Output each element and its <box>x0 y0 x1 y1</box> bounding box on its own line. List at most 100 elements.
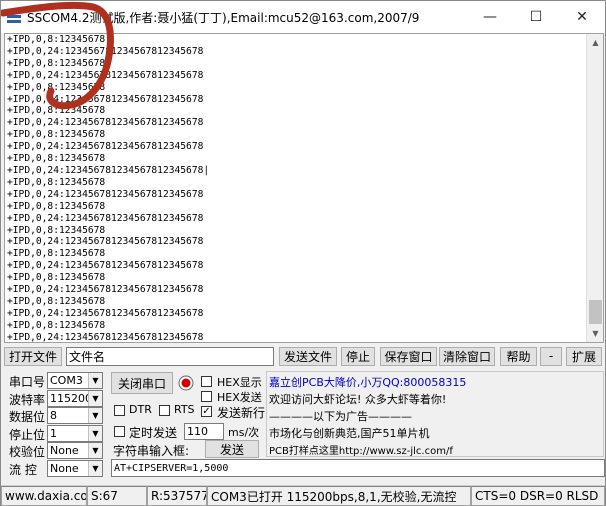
dtr-label: DTR <box>129 403 152 416</box>
port-select[interactable]: COM3 ▼ <box>47 372 103 389</box>
baud-select[interactable]: 115200 ▼ <box>47 390 103 407</box>
parity-label: 校验位 <box>9 445 46 459</box>
send-newline-checkbox[interactable]: ✓ <box>201 406 212 417</box>
console-line: +IPD,0,8:12345678 <box>7 224 106 236</box>
ad-line-2[interactable]: 欢迎访问大虾论坛! 众多大虾等着你! <box>269 391 446 407</box>
input-label: 字符串输入框: <box>113 444 190 458</box>
window-title: SSCOM4.2测试版,作者:聂小猛(丁丁),Email:mcu52@163.c… <box>27 10 420 25</box>
app-window: SSCOM4.2测试版,作者:聂小猛(丁丁),Email:mcu52@163.c… <box>0 0 606 506</box>
status-signals: CTS=0 DSR=0 RLSD <box>471 486 605 506</box>
send-file-button[interactable]: 发送文件 <box>279 346 337 366</box>
console-line: +IPD,0,24:123456781234567812345678 <box>7 284 204 296</box>
record-indicator-icon <box>178 375 194 391</box>
status-site[interactable]: www.daxia.com <box>1 486 87 506</box>
console-line: +IPD,0,8:12345678 <box>7 57 106 69</box>
dtr-checkbox[interactable] <box>114 405 125 416</box>
console-line: +IPD,0,8:12345678 <box>7 295 106 307</box>
flow-label: 流 控 <box>9 463 37 477</box>
receive-console[interactable]: +IPD,0,8:12345678 +IPD,0,24:1234567812345… <box>4 33 604 343</box>
console-line: +IPD,0,8:12345678 <box>7 34 106 45</box>
console-line: +IPD,0,8:12345678 <box>7 200 106 212</box>
flow-select[interactable]: None ▼ <box>47 460 103 477</box>
ad-line-1[interactable]: 嘉立创PCB大降价,小万QQ:800058315 <box>269 374 466 390</box>
console-line: +IPD,0,24:123456781234567812345678 <box>7 69 204 81</box>
console-line: +IPD,0,8:12345678 <box>7 129 106 141</box>
interval-unit: ms/次 <box>228 426 260 439</box>
stop-button[interactable]: 停止 <box>341 346 375 366</box>
parity-select[interactable]: None ▼ <box>47 442 103 459</box>
chevron-down-icon: ▼ <box>88 426 102 441</box>
collapse-button[interactable]: - <box>540 346 562 366</box>
status-sent: S:67 <box>87 486 147 506</box>
console-line: +IPD,0,24:123456781234567812345678 <box>7 117 204 129</box>
status-bar: www.daxia.com S:67 R:537577 COM3已打开 1152… <box>1 485 605 506</box>
chevron-down-icon: ▼ <box>88 461 102 476</box>
flow-value: None <box>50 462 79 475</box>
ad-line-5[interactable]: PCB打样点这里http://www.sz-jlc.com/f <box>269 442 453 457</box>
databits-value: 8 <box>50 409 57 422</box>
rts-checkbox[interactable] <box>159 405 170 416</box>
status-port: COM3已打开 115200bps,8,1,无校验,无流控 <box>207 486 471 506</box>
maximize-button[interactable]: ☐ <box>513 1 559 33</box>
chevron-down-icon: ▼ <box>88 408 102 423</box>
stopbits-select[interactable]: 1 ▼ <box>47 425 103 442</box>
hex-send-label: HEX发送 <box>217 391 262 404</box>
hex-display-checkbox[interactable] <box>201 376 212 387</box>
port-label: 串口号 <box>9 375 46 389</box>
console-line: +IPD,0,8:12345678 <box>7 105 106 117</box>
timed-send-label: 定时发送 <box>129 426 178 440</box>
hex-display-label: HEX显示 <box>217 376 262 389</box>
send-input[interactable]: AT+CIPSERVER=1,5000 <box>111 459 605 477</box>
port-value: COM3 <box>50 374 83 387</box>
ad-line-4[interactable]: 市场化与创新典范,国产51单片机 <box>269 425 430 441</box>
open-file-button[interactable]: 打开文件 <box>4 346 62 366</box>
file-toolbar: 打开文件 文件名 发送文件 停止 保存窗口 清除窗口 帮助 - 扩展 <box>4 346 604 366</box>
parity-value: None <box>50 444 79 457</box>
clear-window-button[interactable]: 清除窗口 <box>439 346 495 366</box>
stopbits-label: 停止位 <box>9 428 46 442</box>
console-line: +IPD,0,24:123456781234567812345678 <box>7 93 204 105</box>
title-bar[interactable]: SSCOM4.2测试版,作者:聂小猛(丁丁),Email:mcu52@163.c… <box>1 1 605 33</box>
console-line: +IPD,0,24:123456781234567812345678 <box>7 307 204 319</box>
close-port-button[interactable]: 关闭串口 <box>111 372 173 394</box>
minimize-button[interactable]: — <box>467 1 513 33</box>
rts-label: RTS <box>174 403 195 416</box>
console-line: +IPD,0,24:123456781234567812345678 <box>7 188 204 200</box>
console-line: +IPD,0,24:123456781234567812345678 <box>7 260 204 272</box>
status-received: R:537577 <box>147 486 207 506</box>
file-name-field[interactable]: 文件名 <box>66 346 274 366</box>
console-line: +IPD,0,24:123456781234567812345678 <box>7 236 204 248</box>
help-button[interactable]: 帮助 <box>500 346 537 366</box>
hex-send-checkbox[interactable] <box>201 391 212 402</box>
console-line: +IPD,0,8:12345678 <box>7 153 106 165</box>
scroll-up-icon[interactable]: ▲ <box>587 34 603 51</box>
console-line: +IPD,0,8:12345678 <box>7 81 106 93</box>
console-line: +IPD,0,24:123456781234567812345678 <box>7 331 204 343</box>
databits-label: 数据位 <box>9 410 46 424</box>
scroll-thumb[interactable] <box>589 300 602 324</box>
ad-line-3: ————以下为广告———— <box>269 410 412 423</box>
baud-value: 115200 <box>50 392 92 405</box>
close-button[interactable]: ✕ <box>559 1 605 33</box>
baud-label: 波特率 <box>9 393 46 407</box>
send-newline-label: 发送新行 <box>217 406 266 420</box>
send-button[interactable]: 发送 <box>205 440 259 458</box>
console-line: +IPD,0,8:12345678 <box>7 176 106 188</box>
scroll-down-icon[interactable]: ▼ <box>587 325 603 342</box>
save-window-button[interactable]: 保存窗口 <box>380 346 437 366</box>
interval-input[interactable]: 110 <box>184 423 224 440</box>
databits-select[interactable]: 8 ▼ <box>47 407 103 424</box>
timed-send-checkbox[interactable] <box>114 426 125 437</box>
chevron-down-icon: ▼ <box>88 443 102 458</box>
console-line: +IPD,0,24:123456781234567812345678| <box>7 164 210 176</box>
console-line: +IPD,0,8:12345678 <box>7 272 106 284</box>
console-line: +IPD,0,8:12345678 <box>7 248 106 260</box>
vertical-scrollbar[interactable]: ▲ ▼ <box>586 34 603 342</box>
expand-button[interactable]: 扩展 <box>566 346 602 366</box>
app-icon <box>7 10 21 24</box>
console-lines: +IPD,0,8:12345678 +IPD,0,24:1234567812345… <box>7 34 585 343</box>
stopbits-value: 1 <box>50 427 57 440</box>
console-line: +IPD,0,8:12345678 <box>7 319 106 331</box>
console-line: +IPD,0,24:123456781234567812345678 <box>7 45 204 57</box>
chevron-down-icon: ▼ <box>88 373 102 388</box>
